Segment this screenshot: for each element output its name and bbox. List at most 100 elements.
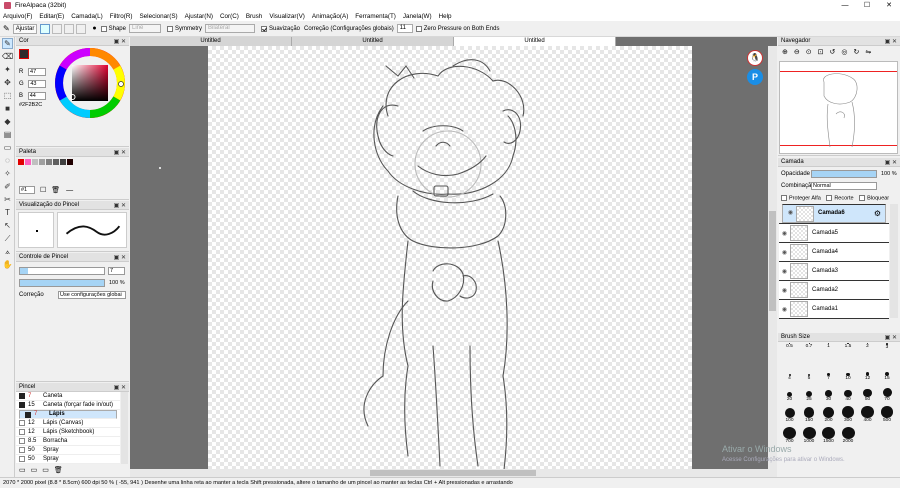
- brush-size-option[interactable]: 20: [780, 385, 799, 402]
- dot-mode-icon[interactable]: ●: [92, 25, 96, 32]
- minimize-button[interactable]: —: [834, 0, 856, 11]
- shape-checkbox[interactable]: [100, 25, 107, 32]
- layer-item[interactable]: ◉ Camada4: [779, 242, 889, 261]
- menu-filter[interactable]: Filtro(R): [110, 13, 133, 20]
- document-tab[interactable]: Untitled: [130, 37, 292, 46]
- brush-size-option[interactable]: 500: [878, 406, 897, 423]
- layer-item[interactable]: ◉ Camada1: [779, 299, 889, 318]
- rotate-right-icon[interactable]: ↻: [853, 48, 859, 56]
- smoothing-checkbox[interactable]: [260, 25, 267, 32]
- zoom-actual-icon[interactable]: ⊡: [818, 48, 824, 56]
- brush-size-option[interactable]: 3: [878, 343, 897, 360]
- brush-size-option[interactable]: 100: [780, 406, 799, 423]
- g-input[interactable]: 43: [28, 80, 47, 88]
- hex-value[interactable]: #2F2B2C: [19, 102, 42, 108]
- flip-icon[interactable]: ⇋: [865, 48, 871, 56]
- palette-swatch[interactable]: [46, 159, 52, 165]
- eye-icon[interactable]: ◉: [779, 287, 790, 294]
- r-input[interactable]: 47: [28, 68, 47, 76]
- menu-help[interactable]: Help: [439, 13, 452, 20]
- brush-size-option[interactable]: 1: [819, 343, 838, 360]
- layer-settings-icon[interactable]: ⚙: [874, 210, 881, 218]
- brush-size-option[interactable]: 12: [858, 364, 877, 381]
- shape-select[interactable]: Line: [128, 24, 161, 33]
- brush-item[interactable]: 12 Lápis (Canvas): [16, 419, 120, 428]
- brush-size-option[interactable]: 4: [780, 364, 799, 381]
- layer-scrollbar[interactable]: [890, 204, 898, 318]
- brush-item[interactable]: 50 Spray: [16, 455, 120, 464]
- opacity-slider[interactable]: [19, 279, 105, 287]
- vertical-scrollbar[interactable]: [768, 46, 777, 470]
- eye-icon[interactable]: ◉: [779, 249, 790, 256]
- zoom-out-icon[interactable]: ⊖: [794, 48, 800, 56]
- brush-item[interactable]: 7 Lápis: [19, 410, 117, 419]
- brush-size-option[interactable]: 50: [858, 385, 877, 402]
- brush-size-option[interactable]: 40: [839, 385, 858, 402]
- brush-size-option[interactable]: 1000: [800, 427, 819, 444]
- menu-adjust[interactable]: Ajustar(N): [185, 13, 213, 20]
- delete-brush-icon[interactable]: 🗑: [54, 466, 63, 474]
- magic-wand-icon[interactable]: ✧: [2, 168, 13, 179]
- layer-item[interactable]: ◉ Camada2: [779, 280, 889, 299]
- menu-color[interactable]: Cor(C): [220, 13, 239, 20]
- rotate-left-icon[interactable]: ↺: [830, 48, 836, 56]
- add-palette-icon[interactable]: ☐: [40, 186, 46, 194]
- palette-swatch[interactable]: [60, 159, 66, 165]
- palette-swatch[interactable]: [67, 159, 73, 165]
- brush-size-option[interactable]: 300: [839, 406, 858, 423]
- brush-size-option[interactable]: 7: [819, 364, 838, 381]
- brush-size-option[interactable]: 10: [839, 364, 858, 381]
- correction-select[interactable]: 11: [396, 24, 413, 33]
- brush-size-option[interactable]: 0.5: [780, 343, 799, 360]
- eyedropper-icon[interactable]: ⟑: [2, 246, 13, 257]
- dot-tool-icon[interactable]: ✦: [2, 64, 13, 75]
- protect-alpha-checkbox[interactable]: [781, 195, 787, 201]
- palette-swatch[interactable]: [53, 159, 59, 165]
- brush-size-option[interactable]: 5: [800, 364, 819, 381]
- document-tab-active[interactable]: Untitled: [454, 37, 616, 46]
- palette-select[interactable]: #1: [19, 186, 35, 194]
- brush-size-option[interactable]: 1.5: [839, 343, 858, 360]
- hand-tool-icon[interactable]: ✋: [2, 259, 13, 270]
- horizontal-scrollbar[interactable]: [130, 469, 777, 477]
- clipping-checkbox[interactable]: [826, 195, 833, 201]
- panel-float-close-icon[interactable]: ▣ ✕: [114, 38, 126, 45]
- panel-float-close-icon[interactable]: ▣ ✕: [114, 254, 126, 261]
- select-tool-icon[interactable]: ▭: [2, 142, 13, 153]
- curve-mode-icon[interactable]: [64, 23, 75, 34]
- menu-window[interactable]: Janela(W): [403, 13, 432, 20]
- zero-pressure-checkbox[interactable]: [415, 25, 422, 32]
- brush-item[interactable]: 12 Lápis (Sketchbook): [16, 428, 120, 437]
- brush-correction-select[interactable]: Use configurações globai: [58, 291, 126, 299]
- layer-item[interactable]: ◉ Camada6 ⚙: [782, 204, 886, 223]
- lasso-tool-icon[interactable]: ◌: [2, 155, 13, 166]
- palette-swatch[interactable]: [32, 159, 38, 165]
- zoom-fit-icon[interactable]: ⊙: [806, 48, 812, 56]
- brush-size-option[interactable]: 15: [878, 364, 897, 381]
- size-slider[interactable]: [19, 267, 105, 275]
- layer-item[interactable]: ◉ Camada3: [779, 261, 889, 280]
- palette-menu-icon[interactable]: —: [66, 187, 73, 194]
- brush-size-option[interactable]: 150: [800, 406, 819, 423]
- select-eraser-icon[interactable]: ✂: [2, 194, 13, 205]
- palette-swatch[interactable]: [18, 159, 24, 165]
- assistant-icon[interactable]: 🐧: [747, 50, 763, 66]
- brush-size-option[interactable]: 1500: [819, 427, 838, 444]
- brush-size-option[interactable]: 200: [819, 406, 838, 423]
- select-pen-icon[interactable]: ✐: [2, 181, 13, 192]
- brush-size-option[interactable]: 30: [819, 385, 838, 402]
- brush-size-option[interactable]: 25: [800, 385, 819, 402]
- gradient-tool-icon[interactable]: ▤: [2, 129, 13, 140]
- text-tool-icon[interactable]: T: [2, 207, 13, 218]
- menu-edit[interactable]: Editar(E): [39, 13, 64, 20]
- brush-settings-icon[interactable]: ▭: [42, 466, 49, 474]
- eye-icon[interactable]: ◉: [785, 210, 796, 217]
- move-tool-icon[interactable]: ✥: [2, 77, 13, 88]
- palette-swatch[interactable]: [25, 159, 31, 165]
- symmetry-checkbox[interactable]: [166, 25, 173, 32]
- symmetry-select[interactable]: Bilateral: [204, 24, 255, 33]
- b-input[interactable]: 44: [27, 92, 46, 100]
- blend-select[interactable]: Normal: [811, 182, 877, 190]
- fill-tool-icon[interactable]: ■: [2, 103, 13, 114]
- zoom-in-icon[interactable]: ⊕: [782, 48, 788, 56]
